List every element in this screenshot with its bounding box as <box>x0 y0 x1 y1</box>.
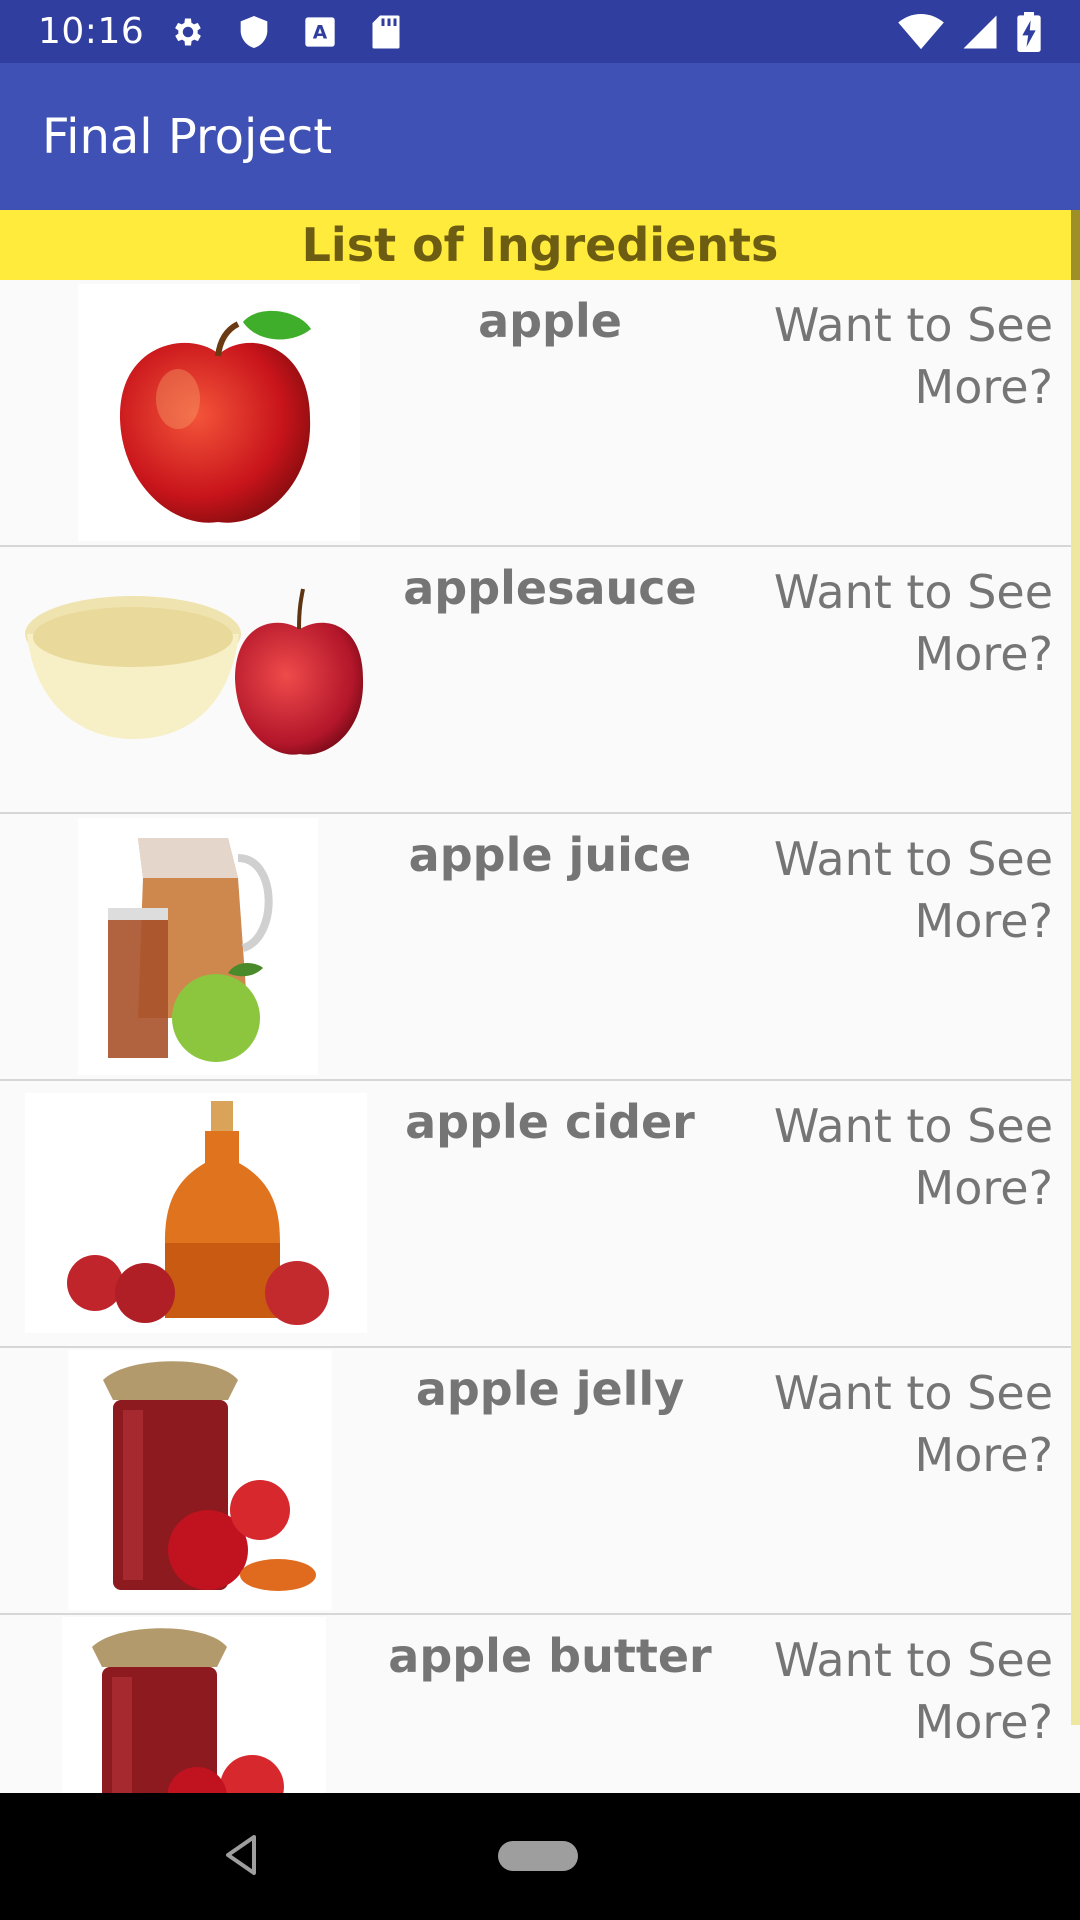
list-item[interactable]: applesauce Want to See More? <box>0 547 1071 814</box>
apple-cider-image <box>25 1093 367 1333</box>
item-name: apple juice <box>408 828 692 882</box>
navigation-bar <box>0 1793 1080 1920</box>
signal-icon <box>960 12 1000 52</box>
svg-text:A: A <box>313 22 328 43</box>
list-item[interactable]: apple Want to See More? <box>0 280 1071 547</box>
apple-jelly-image <box>68 1350 332 1610</box>
status-time: 10:16 <box>38 11 145 52</box>
home-icon[interactable] <box>498 1841 578 1871</box>
see-more-link[interactable]: Want to See More? <box>723 561 1053 685</box>
see-more-link[interactable]: Want to See More? <box>723 1629 1053 1753</box>
apple-image <box>78 284 360 541</box>
see-more-link[interactable]: Want to See More? <box>723 294 1053 418</box>
item-name: apple <box>478 294 622 348</box>
list-header: List of Ingredients <box>0 210 1080 280</box>
apple-juice-image <box>78 818 318 1075</box>
apple-butter-image <box>62 1617 326 1797</box>
see-more-link[interactable]: Want to See More? <box>723 1095 1053 1219</box>
list-item[interactable]: apple juice Want to See More? <box>0 814 1071 1081</box>
sd-card-icon <box>366 12 406 52</box>
list-item[interactable]: apple jelly Want to See More? <box>0 1348 1071 1615</box>
item-name: applesauce <box>403 561 697 615</box>
gear-icon <box>168 12 208 52</box>
item-name: apple jelly <box>415 1362 685 1416</box>
see-more-link[interactable]: Want to See More? <box>723 828 1053 952</box>
battery-icon <box>1016 11 1042 52</box>
scrollbar-thumb[interactable] <box>1071 210 1080 280</box>
app-title: Final Project <box>42 108 333 165</box>
back-icon[interactable] <box>222 1833 260 1881</box>
app-bar: Final Project <box>0 63 1080 210</box>
applesauce-image <box>25 559 365 799</box>
item-name: apple butter <box>388 1629 712 1683</box>
text-icon: A <box>300 12 340 52</box>
status-bar: 10:16 A <box>0 0 1080 63</box>
item-name: apple cider <box>405 1095 695 1149</box>
wifi-icon <box>898 12 944 52</box>
see-more-link[interactable]: Want to See More? <box>723 1362 1053 1486</box>
ingredient-list: apple Want to See More? applesauce Want … <box>0 280 1071 1880</box>
list-item[interactable]: apple cider Want to See More? <box>0 1081 1071 1348</box>
shield-icon <box>234 12 274 52</box>
scrollbar-track[interactable] <box>1071 210 1080 1725</box>
